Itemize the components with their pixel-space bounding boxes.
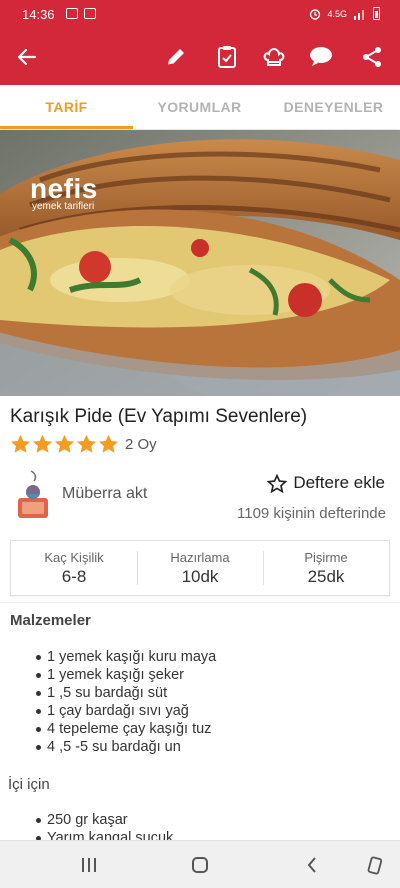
alarm-icon [310,8,321,20]
pencil-icon[interactable] [161,42,191,72]
cook-value: 25dk [307,566,345,586]
star-rating [10,434,119,454]
rating[interactable]: 2 Oy [10,434,157,454]
list-item: 1 ,5 su bardağı süt [0,684,216,702]
network-type: 4.5G [327,8,347,19]
rating-count: 2 Oy [125,435,157,453]
prep-info: Hazırlama 10dk [137,541,263,595]
author[interactable]: Müberra akt [14,468,147,520]
add-to-book-button[interactable]: Deftere ekle [267,473,385,493]
prep-label: Hazırlama [170,549,230,565]
battery-icon [373,7,380,20]
divider [0,602,400,603]
tab-bar: TARİF YORUMLAR DENEYENLER [0,85,400,129]
recipe-title: Karışık Pide (Ev Yapımı Sevenlere) [10,406,308,427]
status-bar: 14:36 4.5G [0,0,400,30]
status-time: 14:36 [22,7,55,22]
star-icon [10,434,31,453]
signal-icon [354,9,364,20]
author-name: Müberra akt [62,485,148,502]
recipe-info-card: Kaç Kişilik 6-8 Hazırlama 10dk Pişirme 2… [10,540,390,596]
tab-comments[interactable]: YORUMLAR [133,85,266,129]
star-icon [98,434,119,453]
tab-recipe[interactable]: TARİF [0,85,133,129]
share-icon[interactable] [357,42,387,72]
filling-title: İçi için [8,776,50,793]
recipe-photo: nefis yemek tarifleri [0,130,400,396]
list-item: 250 gr kaşar [0,811,173,829]
nefis-logo: nefis yemek tarifleri [30,173,98,213]
back-icon[interactable] [299,853,325,877]
ingredients-list: 1 yemek kaşığı kuru maya 1 yemek kaşığı … [0,648,216,756]
star-icon [54,434,75,453]
book-count: 1109 kişinin defterinde [237,505,386,522]
add-to-book-label: Deftere ekle [293,473,385,492]
list-item: 4 ,5 -5 su bardağı un [0,738,216,756]
star-icon [76,434,97,453]
system-nav-bar [0,840,400,888]
app-bar [0,30,400,85]
star-outline-icon [267,473,288,493]
servings-info: Kaç Kişilik 6-8 [11,541,137,595]
prep-value: 10dk [181,566,219,586]
message-notification-icon [84,8,96,19]
recent-apps-icon[interactable] [76,853,102,877]
cook-info: Pişirme 25dk [263,541,389,595]
pide-illustration [0,130,400,396]
tab-tried[interactable]: DENEYENLER [267,85,400,129]
home-icon[interactable] [187,853,213,877]
star-icon [32,434,53,453]
servings-label: Kaç Kişilik [44,549,104,565]
ingredients-title: Malzemeler [10,612,91,629]
cook-label: Pişirme [304,549,348,565]
shopping-list-icon[interactable] [212,42,242,72]
gallery-notification-icon [66,8,78,19]
list-item: 4 tepeleme çay kaşığı tuz [0,720,216,738]
chef-hat-icon[interactable] [259,42,289,72]
servings-value: 6-8 [61,566,87,586]
comment-icon[interactable] [306,42,336,72]
active-tab-indicator [0,126,133,129]
rotate-screen-icon[interactable] [362,853,388,877]
list-item: 1 yemek kaşığı şeker [0,666,216,684]
back-arrow-icon[interactable] [12,42,42,72]
avatar [18,470,48,518]
list-item: 1 yemek kaşığı kuru maya [0,648,216,666]
list-item: 1 çay bardağı sıvı yağ [0,702,216,720]
